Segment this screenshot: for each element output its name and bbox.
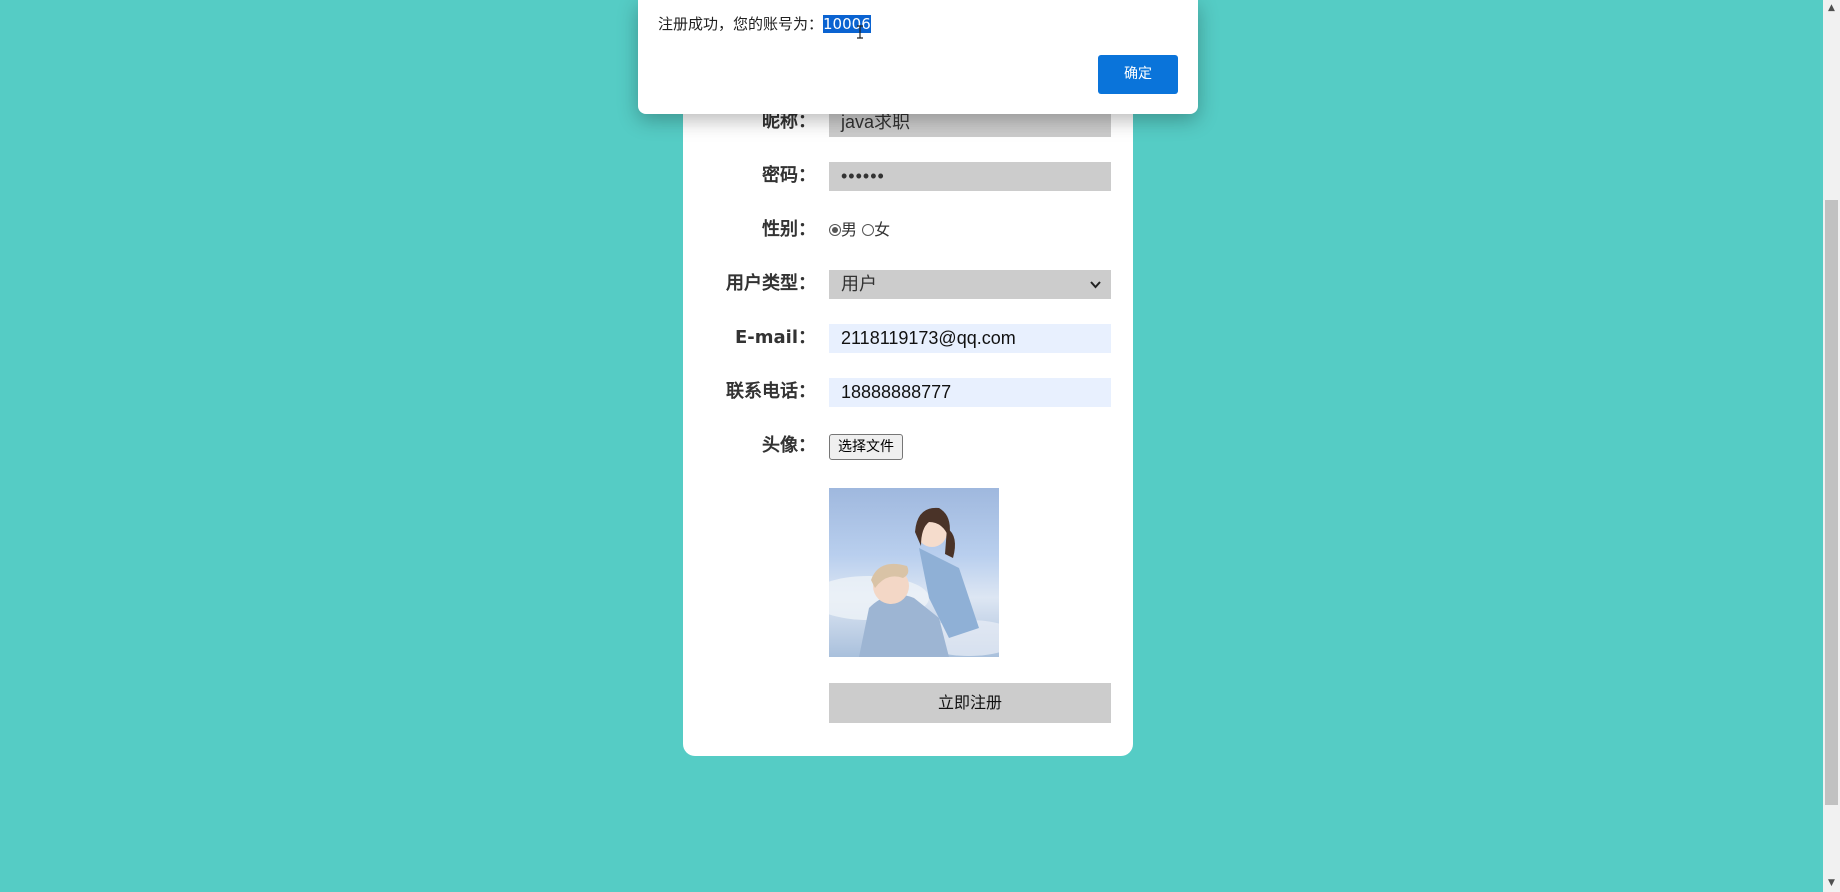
gender-male-label: 男 (841, 220, 858, 239)
avatar-row: 头像： 选择文件 (683, 431, 1133, 461)
email-input[interactable]: 2118119173@qq.com (829, 324, 1111, 353)
phone-row: 联系电话： 18888888777 (683, 377, 1133, 407)
dialog-ok-button[interactable]: 确定 (1098, 55, 1178, 94)
password-row: 密码： •••••• (683, 161, 1133, 191)
email-row: E-mail： 2118119173@qq.com (683, 323, 1133, 353)
avatar-preview-image (829, 488, 999, 657)
avatar-label: 头像： (762, 435, 816, 456)
scroll-down-icon[interactable]: ▼ (1823, 875, 1840, 892)
chevron-down-icon (1090, 270, 1101, 299)
password-input[interactable]: •••••• (829, 162, 1111, 191)
user-type-select[interactable]: 用户 (829, 270, 1111, 299)
gender-female-radio[interactable] (862, 224, 875, 236)
scroll-thumb[interactable] (1825, 200, 1838, 805)
page-scrollbar[interactable]: ▲ ▼ (1823, 0, 1840, 892)
scroll-up-icon[interactable]: ▲ (1823, 0, 1840, 17)
password-label: 密码： (762, 165, 816, 186)
alert-dialog: 注册成功，您的账号为：10006 确定 (638, 0, 1198, 114)
user-type-label: 用户类型： (726, 273, 816, 294)
dialog-message-text: 注册成功，您的账号为： (658, 15, 824, 33)
text-cursor-icon (856, 25, 866, 39)
user-type-row: 用户类型： 用户 (683, 269, 1133, 299)
gender-row: 性别： 男 女 (683, 215, 1133, 245)
choose-file-button[interactable]: 选择文件 (829, 434, 903, 460)
register-submit-button[interactable]: 立即注册 (829, 683, 1111, 723)
user-type-value: 用户 (841, 274, 877, 294)
gender-male-radio[interactable] (829, 224, 841, 236)
email-label: E-mail： (734, 327, 816, 348)
gender-options: 男 女 (829, 215, 890, 245)
gender-label: 性别： (762, 219, 816, 240)
phone-input[interactable]: 18888888777 (829, 378, 1111, 407)
gender-female-label: 女 (874, 220, 891, 239)
dialog-message: 注册成功，您的账号为：10006 (658, 12, 871, 36)
phone-label: 联系电话： (726, 381, 816, 402)
